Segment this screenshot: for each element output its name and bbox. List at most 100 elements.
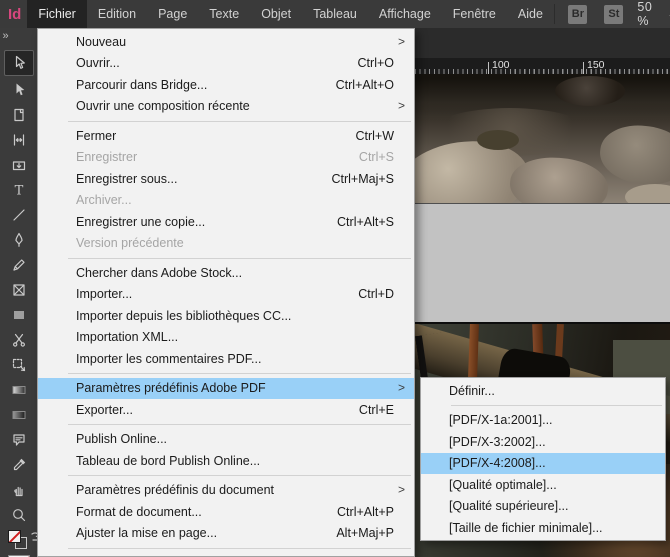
menubar-item-page[interactable]: Page [147, 0, 198, 28]
note-tool[interactable] [5, 429, 33, 451]
expand-panel-icon[interactable]: » [0, 28, 37, 43]
menu-item-parametres-predefinis-adobe-pdf[interactable]: Paramètres prédéfinis Adobe PDF > [38, 378, 414, 400]
fill-swatch[interactable] [8, 530, 21, 543]
menu-item-ouvrir[interactable]: Ouvrir...Ctrl+O [38, 53, 414, 75]
menu-item-importer[interactable]: Importer...Ctrl+D [38, 284, 414, 306]
horizontal-ruler[interactable]: 100 150 [415, 58, 670, 74]
ruler-label: 150 [587, 59, 605, 71]
stock-button[interactable]: St [604, 5, 623, 24]
menu-item-label: Version précédente [76, 236, 184, 250]
type-tool[interactable]: T [5, 179, 33, 201]
menu-item-tableau-de-bord-publish-online[interactable]: Tableau de bord Publish Online... [38, 450, 414, 472]
menu-separator [68, 121, 411, 122]
fill-stroke-swatches[interactable] [5, 529, 33, 551]
menu-item-shortcut: Ctrl+D [358, 287, 406, 301]
menu-item-label: [Qualité optimale]... [449, 478, 557, 492]
rectangle-tool[interactable] [5, 304, 33, 326]
menu-item-label: Publish Online... [76, 432, 167, 446]
indesign-window: Id FichierEditionPageTexteObjetTableauAf… [0, 0, 670, 557]
menu-item-fermer[interactable]: FermerCtrl+W [38, 125, 414, 147]
menu-separator [68, 373, 411, 374]
gradient-swatch-tool[interactable] [5, 379, 33, 401]
svg-text:T: T [14, 184, 23, 199]
ruler-major-tick [583, 62, 584, 74]
document-tab-strip [415, 28, 670, 58]
menu-item-parcourir-dans-bridge[interactable]: Parcourir dans Bridge...Ctrl+Alt+O [38, 74, 414, 96]
menu-item-qualite-superieure[interactable]: [Qualité supérieure]... [421, 496, 665, 518]
menubar-right: BrSt 50 % ⌄ [554, 0, 670, 28]
scissors-tool[interactable] [5, 329, 33, 351]
menu-separator [68, 475, 411, 476]
menu-item-ajuster-la-mise-en-page[interactable]: Ajuster la mise en page...Alt+Maj+P [38, 523, 414, 545]
selection-tool[interactable] [4, 50, 34, 76]
pdf-presets-submenu: Définir... [PDF/X-1a:2001]... [PDF/X-3:200… [420, 377, 666, 541]
hand-tool[interactable] [5, 479, 33, 501]
menu-item-nouveau[interactable]: Nouveau> [38, 31, 414, 53]
menu-item-label: Ajuster la mise en page... [76, 526, 217, 540]
menu-item-label: Tableau de bord Publish Online... [76, 454, 260, 468]
menu-item-pdf-x-4-2008[interactable]: [PDF/X-4:2008]... [421, 453, 665, 475]
zoom-level-value[interactable]: 50 % [637, 0, 652, 28]
submenu-arrow-icon: > [398, 381, 405, 395]
pen-tool[interactable] [5, 229, 33, 251]
tools-panel: » T [0, 28, 37, 557]
content-collector-tool[interactable] [5, 154, 33, 176]
menu-item-ouvrir-une-composition-recente[interactable]: Ouvrir une composition récente> [38, 96, 414, 118]
submenu-arrow-icon: > [398, 99, 405, 113]
line-tool[interactable] [5, 204, 33, 226]
menu-item-importation-xml[interactable]: Importation XML... [38, 327, 414, 349]
photo-pebble [625, 184, 670, 203]
menu-item-label: Paramètres prédéfinis Adobe PDF [76, 381, 266, 395]
menu-item-pdf-x-3-2002[interactable]: [PDF/X-3:2002]... [421, 431, 665, 453]
ruler-label: 100 [492, 59, 510, 71]
menu-item-shortcut: Ctrl+E [359, 403, 406, 417]
bridge-button[interactable]: Br [568, 5, 587, 24]
app-switch-buttons: Br St [568, 5, 623, 24]
menubar: Id FichierEditionPageTexteObjetTableauAf… [0, 0, 670, 28]
menu-item-qualite-optimale[interactable]: [Qualité optimale]... [421, 474, 665, 496]
eyedropper-tool[interactable] [5, 454, 33, 476]
menu-item-enregistrer-sous[interactable]: Enregistrer sous... Ctrl+Maj+S [38, 168, 414, 190]
menu-item-pdf-x-1a-2001[interactable]: [PDF/X-1a:2001]... [421, 410, 665, 432]
document-photo-rocks[interactable] [415, 74, 670, 203]
menu-item-definir[interactable]: Définir... [421, 380, 665, 402]
menu-item-shortcut: Ctrl+S [359, 150, 406, 164]
menubar-item-texte[interactable]: Texte [198, 0, 250, 28]
menu-item-chercher-dans-adobe-stock[interactable]: Chercher dans Adobe Stock... [38, 262, 414, 284]
menu-item-version-precedente: Version précédente [38, 233, 414, 255]
page-tool[interactable] [5, 104, 33, 126]
gap-tool[interactable] [5, 129, 33, 151]
menu-item-format-de-document[interactable]: Format de document... Ctrl+Alt+P [38, 501, 414, 523]
menu-item-publish-online[interactable]: Publish Online... [38, 429, 414, 451]
menu-item-importer-depuis-les-bibliotheques-cc[interactable]: Importer depuis les bibliothèques CC... [38, 305, 414, 327]
menubar-item-edition[interactable]: Edition [87, 0, 147, 28]
menu-item-parametres-predefinis-du-document[interactable]: Paramètres prédéfinis du document> [38, 480, 414, 502]
menubar-item-objet[interactable]: Objet [250, 0, 302, 28]
menu-item-label: Format de document... [76, 505, 202, 519]
zoom-tool[interactable] [5, 504, 33, 526]
menu-item-shortcut: Ctrl+Alt+P [337, 505, 406, 519]
menu-item-label: Enregistrer sous... [76, 172, 177, 186]
menubar-item-fichier[interactable]: Fichier [27, 0, 87, 28]
menu-item-exporter[interactable]: Exporter...Ctrl+E [38, 399, 414, 421]
menu-item-label: Importer depuis les bibliothèques CC... [76, 309, 291, 323]
file-menu: Nouveau>Ouvrir...Ctrl+OParcourir dans Br… [37, 28, 415, 557]
rectangle-frame-tool[interactable] [5, 279, 33, 301]
menu-item-shortcut: Ctrl+Maj+S [331, 172, 406, 186]
pasteboard[interactable] [415, 203, 670, 322]
menu-item-label: Importation XML... [76, 330, 178, 344]
menu-item-label: Parcourir dans Bridge... [76, 78, 207, 92]
free-transform-tool[interactable] [5, 354, 33, 376]
pencil-tool[interactable] [5, 254, 33, 276]
menubar-item-tableau[interactable]: Tableau [302, 0, 368, 28]
direct-selection-tool[interactable] [5, 79, 33, 101]
menubar-item-aide[interactable]: Aide [507, 0, 554, 28]
menu-item-enregistrer-une-copie[interactable]: Enregistrer une copie...Ctrl+Alt+S [38, 211, 414, 233]
gradient-feather-tool[interactable] [5, 404, 33, 426]
menu-item-label: [PDF/X-3:2002]... [449, 435, 546, 449]
menu-item-taille-de-fichier-minimale[interactable]: [Taille de fichier minimale]... [421, 517, 665, 539]
menu-item-label: [Taille de fichier minimale]... [449, 521, 603, 535]
menubar-item-affichage[interactable]: Affichage [368, 0, 442, 28]
menubar-item-fenetre[interactable]: Fenêtre [442, 0, 507, 28]
menu-item-importer-les-commentaires-pdf[interactable]: Importer les commentaires PDF... [38, 348, 414, 370]
